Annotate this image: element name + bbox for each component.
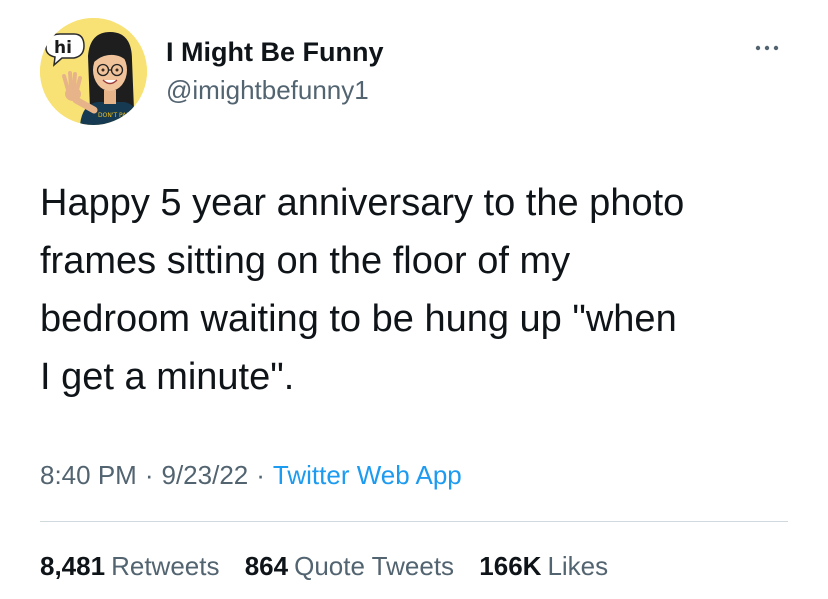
quote-tweets-label: Quote Tweets [294, 551, 455, 581]
tweet-time[interactable]: 8:40 PM [40, 460, 137, 490]
author-display-name[interactable]: I Might Be Funny [166, 34, 383, 70]
likes-count: 166K [479, 551, 542, 581]
more-horizontal-icon [755, 45, 779, 51]
quote-tweets-count: 864 [244, 551, 289, 581]
retweets-stat[interactable]: 8,481 Retweets [40, 546, 219, 586]
meta-separator: · [144, 460, 154, 490]
likes-stat[interactable]: 166K Likes [479, 546, 608, 586]
bubble-text: hi [54, 38, 72, 58]
shirt-text: DON'T PANIC [98, 112, 137, 119]
tweet-card: hi DON'T PANIC I Might Be Funny @imightb… [0, 0, 828, 599]
divider [40, 521, 788, 522]
tweet-text: Happy 5 year anniversary to the photo fr… [40, 182, 685, 398]
author-info: I Might Be Funny @imightbefunny1 [166, 34, 383, 108]
more-options-button[interactable] [750, 36, 790, 60]
author-handle[interactable]: @imightbefunny1 [166, 72, 383, 108]
tweet-source-link[interactable]: Twitter Web App [273, 460, 462, 490]
tweet-date[interactable]: 9/23/22 [162, 460, 249, 490]
engagement-stats: 8,481 Retweets 864 Quote Tweets 166K Likes [40, 546, 626, 586]
quote-tweets-stat[interactable]: 864 Quote Tweets [245, 546, 454, 586]
tweet-metadata: 8:40 PM · 9/23/22 · Twitter Web App [40, 455, 462, 495]
retweets-label: Retweets [111, 551, 220, 581]
likes-label: Likes [547, 551, 609, 581]
avatar[interactable]: hi DON'T PANIC [40, 18, 147, 125]
meta-separator: · [256, 460, 265, 490]
bitmoji-avatar-icon: hi DON'T PANIC [40, 18, 147, 125]
retweets-count: 8,481 [40, 551, 106, 581]
